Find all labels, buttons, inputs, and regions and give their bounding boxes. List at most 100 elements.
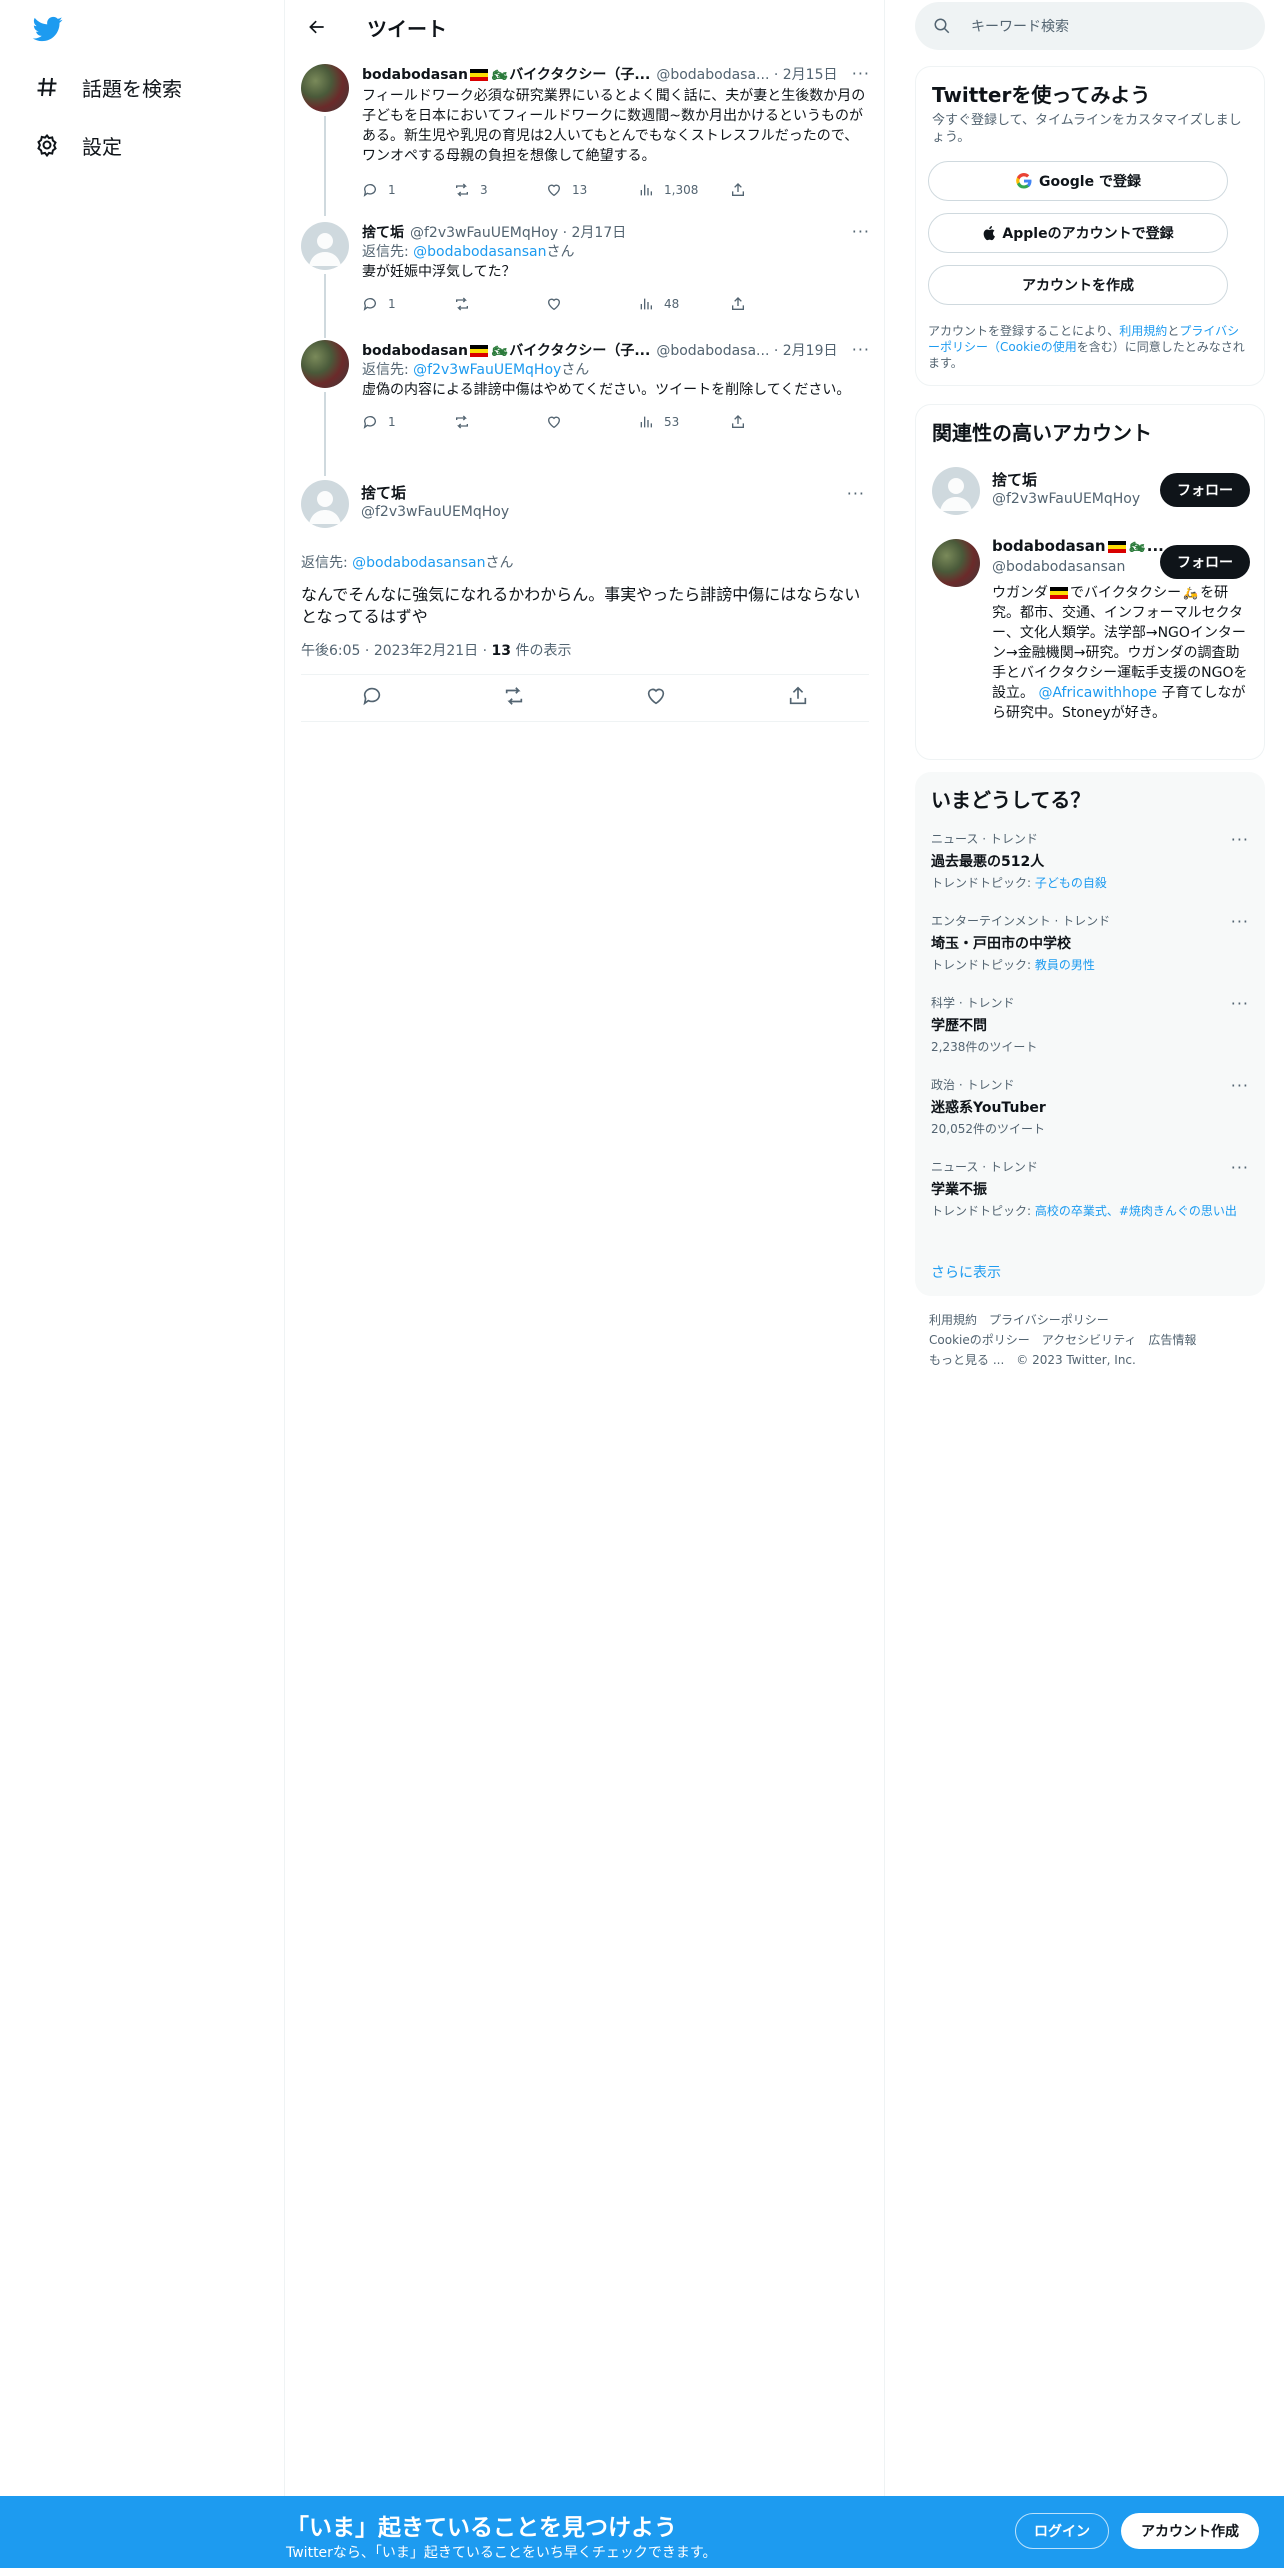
reply-button[interactable]: 1 bbox=[362, 296, 454, 312]
signup-terms: アカウントを登録することにより、利用規約とプライバシーポリシー（Cookieの使… bbox=[928, 324, 1245, 370]
footer-cookie-link[interactable]: Cookieのポリシー bbox=[929, 1333, 1030, 1347]
share-icon[interactable] bbox=[787, 685, 809, 711]
apple-icon bbox=[984, 226, 996, 241]
share-icon bbox=[732, 183, 744, 196]
login-button[interactable]: ログイン bbox=[1015, 2513, 1109, 2549]
author-handle[interactable]: @f2v3wFauUEMqHoy · 2月17日 bbox=[410, 222, 626, 242]
footer-privacy-link[interactable]: プライバシーポリシー bbox=[989, 1313, 1109, 1327]
search-box[interactable]: キーワード検索 bbox=[915, 2, 1265, 50]
more-options-icon[interactable]: ··· bbox=[852, 222, 870, 241]
heart-icon[interactable] bbox=[645, 685, 667, 711]
thread-tweet[interactable]: bodabodasan 🏍 バイクタクシー（子... @bodabodasa... … bbox=[362, 64, 870, 200]
account-name[interactable]: 捨て垢 bbox=[992, 469, 1037, 490]
reply-button[interactable]: 1 bbox=[362, 182, 454, 198]
more-options-icon[interactable]: ··· bbox=[1231, 1158, 1249, 1177]
views-button[interactable]: 53 bbox=[638, 414, 730, 430]
related-accounts-card: 関連性の高いアカウント 捨て垢 @f2v3wFauUEMqHoy フォロー bo… bbox=[915, 404, 1265, 760]
views-chart-icon bbox=[640, 184, 652, 196]
mention-link[interactable]: @bodabodasansan bbox=[352, 555, 485, 571]
reply-button[interactable]: 1 bbox=[362, 414, 454, 430]
page-title: ツイート bbox=[367, 16, 447, 41]
hashtag-icon bbox=[34, 74, 60, 100]
like-button[interactable]: 13 bbox=[546, 182, 638, 198]
signup-title: Twitterを使ってみよう bbox=[932, 83, 1151, 107]
thread-line bbox=[324, 392, 326, 476]
create-account-button[interactable]: アカウントを作成 bbox=[928, 265, 1228, 305]
trend-topic-link[interactable]: 教員の男性 bbox=[1035, 958, 1095, 972]
avatar[interactable] bbox=[301, 480, 349, 528]
retweet-button[interactable] bbox=[454, 414, 546, 430]
share-button[interactable] bbox=[730, 296, 822, 312]
account-name[interactable]: bodabodasan 🏍... bbox=[992, 537, 1164, 555]
author-name[interactable]: 捨て垢 bbox=[362, 222, 404, 242]
views-button[interactable]: 1,308 bbox=[638, 182, 730, 198]
retweet-button[interactable]: 3 bbox=[454, 182, 546, 198]
views-chart-icon bbox=[640, 298, 652, 310]
views-button[interactable]: 48 bbox=[638, 296, 730, 312]
avatar[interactable] bbox=[301, 222, 349, 270]
avatar[interactable] bbox=[932, 467, 980, 515]
footer-terms-link[interactable]: 利用規約 bbox=[929, 1313, 977, 1327]
apple-signup-button[interactable]: Appleのアカウントで登録 bbox=[928, 213, 1228, 253]
trend-item[interactable]: ニュース · トレンド 過去最悪の512人 トレンドトピック: 子どもの自殺 ·… bbox=[931, 830, 1249, 891]
thread-tweet[interactable]: 捨て垢 @f2v3wFauUEMqHoy · 2月17日 ··· 返信先: @b… bbox=[362, 222, 870, 314]
footer-accessibility-link[interactable]: アクセシビリティ bbox=[1042, 1333, 1137, 1347]
back-arrow-icon[interactable] bbox=[303, 13, 331, 41]
more-options-icon[interactable]: ··· bbox=[1231, 1076, 1249, 1095]
share-button[interactable] bbox=[730, 182, 822, 198]
nav-explore[interactable]: 話題を検索 bbox=[34, 67, 182, 107]
signup-card: Twitterを使ってみよう 今すぐ登録して、タイムラインをカスタマイズしましょ… bbox=[915, 66, 1265, 386]
trend-item[interactable]: 政治 · トレンド 迷惑系YouTuber 20,052件のツイート ··· bbox=[931, 1076, 1249, 1137]
reply-icon[interactable] bbox=[361, 685, 383, 711]
more-options-icon[interactable]: ··· bbox=[1231, 912, 1249, 931]
avatar[interactable] bbox=[932, 539, 980, 587]
avatar[interactable] bbox=[301, 64, 349, 112]
author-handle[interactable]: @f2v3wFauUEMqHoy bbox=[361, 504, 509, 520]
author-name[interactable]: 捨て垢 bbox=[361, 482, 406, 503]
thread-tweet[interactable]: bodabodasan 🏍 バイクタクシー（子... @bodabodasa... … bbox=[362, 340, 870, 432]
trend-topic-link[interactable]: 子どもの自殺 bbox=[1035, 876, 1107, 890]
trend-topic-link[interactable]: 高校の卒業式、#焼肉きんぐの思い出 bbox=[1035, 1204, 1237, 1218]
author-name[interactable]: bodabodasan 🏍 バイクタクシー（子... bbox=[362, 64, 650, 84]
signup-subtitle: 今すぐ登録して、タイムラインをカスタマイズしましょう。 bbox=[932, 113, 1242, 145]
show-more-link[interactable]: さらに表示 bbox=[931, 1262, 1001, 1282]
more-options-icon[interactable]: ··· bbox=[1231, 994, 1249, 1013]
trend-item[interactable]: ニュース · トレンド 学業不振 トレンドトピック: 高校の卒業式、#焼肉きんぐ… bbox=[931, 1158, 1249, 1219]
author-handle[interactable]: @bodabodasa... · 2月15日 bbox=[656, 64, 837, 84]
related-account[interactable]: bodabodasan 🏍... @bodabodasansan フォロー ウガン… bbox=[932, 535, 1250, 745]
retweet-button[interactable] bbox=[454, 296, 546, 312]
nav-settings[interactable]: 設定 bbox=[34, 125, 122, 165]
like-button[interactable] bbox=[546, 414, 638, 430]
google-signup-button[interactable]: Google で登録 bbox=[928, 161, 1228, 201]
trend-item[interactable]: 科学 · トレンド 学歴不問 2,238件のツイート ··· bbox=[931, 994, 1249, 1055]
signup-button[interactable]: アカウント作成 bbox=[1121, 2513, 1259, 2549]
more-options-icon[interactable]: ··· bbox=[852, 64, 870, 83]
mention-link[interactable]: @Africawithhope bbox=[1038, 685, 1157, 701]
account-handle[interactable]: @f2v3wFauUEMqHoy bbox=[992, 491, 1140, 507]
author-name[interactable]: bodabodasan 🏍 バイクタクシー（子... bbox=[362, 340, 650, 360]
motorbike-icon: 🏍 bbox=[1129, 539, 1145, 554]
follow-button[interactable]: フォロー bbox=[1160, 545, 1250, 579]
like-button[interactable] bbox=[546, 296, 638, 312]
share-button[interactable] bbox=[730, 414, 822, 430]
mention-link[interactable]: @f2v3wFauUEMqHoy bbox=[413, 362, 561, 378]
twitter-bird-icon[interactable] bbox=[31, 14, 65, 44]
more-options-icon[interactable]: ··· bbox=[847, 484, 865, 503]
author-handle[interactable]: @bodabodasa... · 2月19日 bbox=[656, 340, 837, 360]
search-placeholder: キーワード検索 bbox=[971, 19, 1069, 35]
mention-link[interactable]: @bodabodasansan bbox=[413, 244, 546, 260]
more-options-icon[interactable]: ··· bbox=[852, 340, 870, 359]
tweet-text: なんでそんなに強気になれるかわからん。事実やったら誹謗中傷にはならないとなってる… bbox=[301, 585, 861, 626]
related-account[interactable]: 捨て垢 @f2v3wFauUEMqHoy フォロー bbox=[932, 463, 1250, 519]
reply-to: 返信先: @f2v3wFauUEMqHoyさん bbox=[362, 362, 590, 378]
account-handle[interactable]: @bodabodasansan bbox=[992, 559, 1125, 575]
retweet-icon[interactable] bbox=[503, 685, 525, 711]
avatar[interactable] bbox=[301, 340, 349, 388]
trend-item[interactable]: エンターテインメント · トレンド 埼玉・戸田市の中学校 トレンドトピック: 教… bbox=[931, 912, 1249, 973]
footer-ads-link[interactable]: 広告情報 bbox=[1148, 1333, 1196, 1347]
follow-button[interactable]: フォロー bbox=[1160, 473, 1250, 507]
more-options-icon[interactable]: ··· bbox=[1231, 830, 1249, 849]
terms-link[interactable]: 利用規約 bbox=[1119, 324, 1167, 338]
uganda-flag-icon bbox=[469, 69, 488, 81]
footer-more-link[interactable]: もっと見る ... bbox=[929, 1353, 1004, 1367]
